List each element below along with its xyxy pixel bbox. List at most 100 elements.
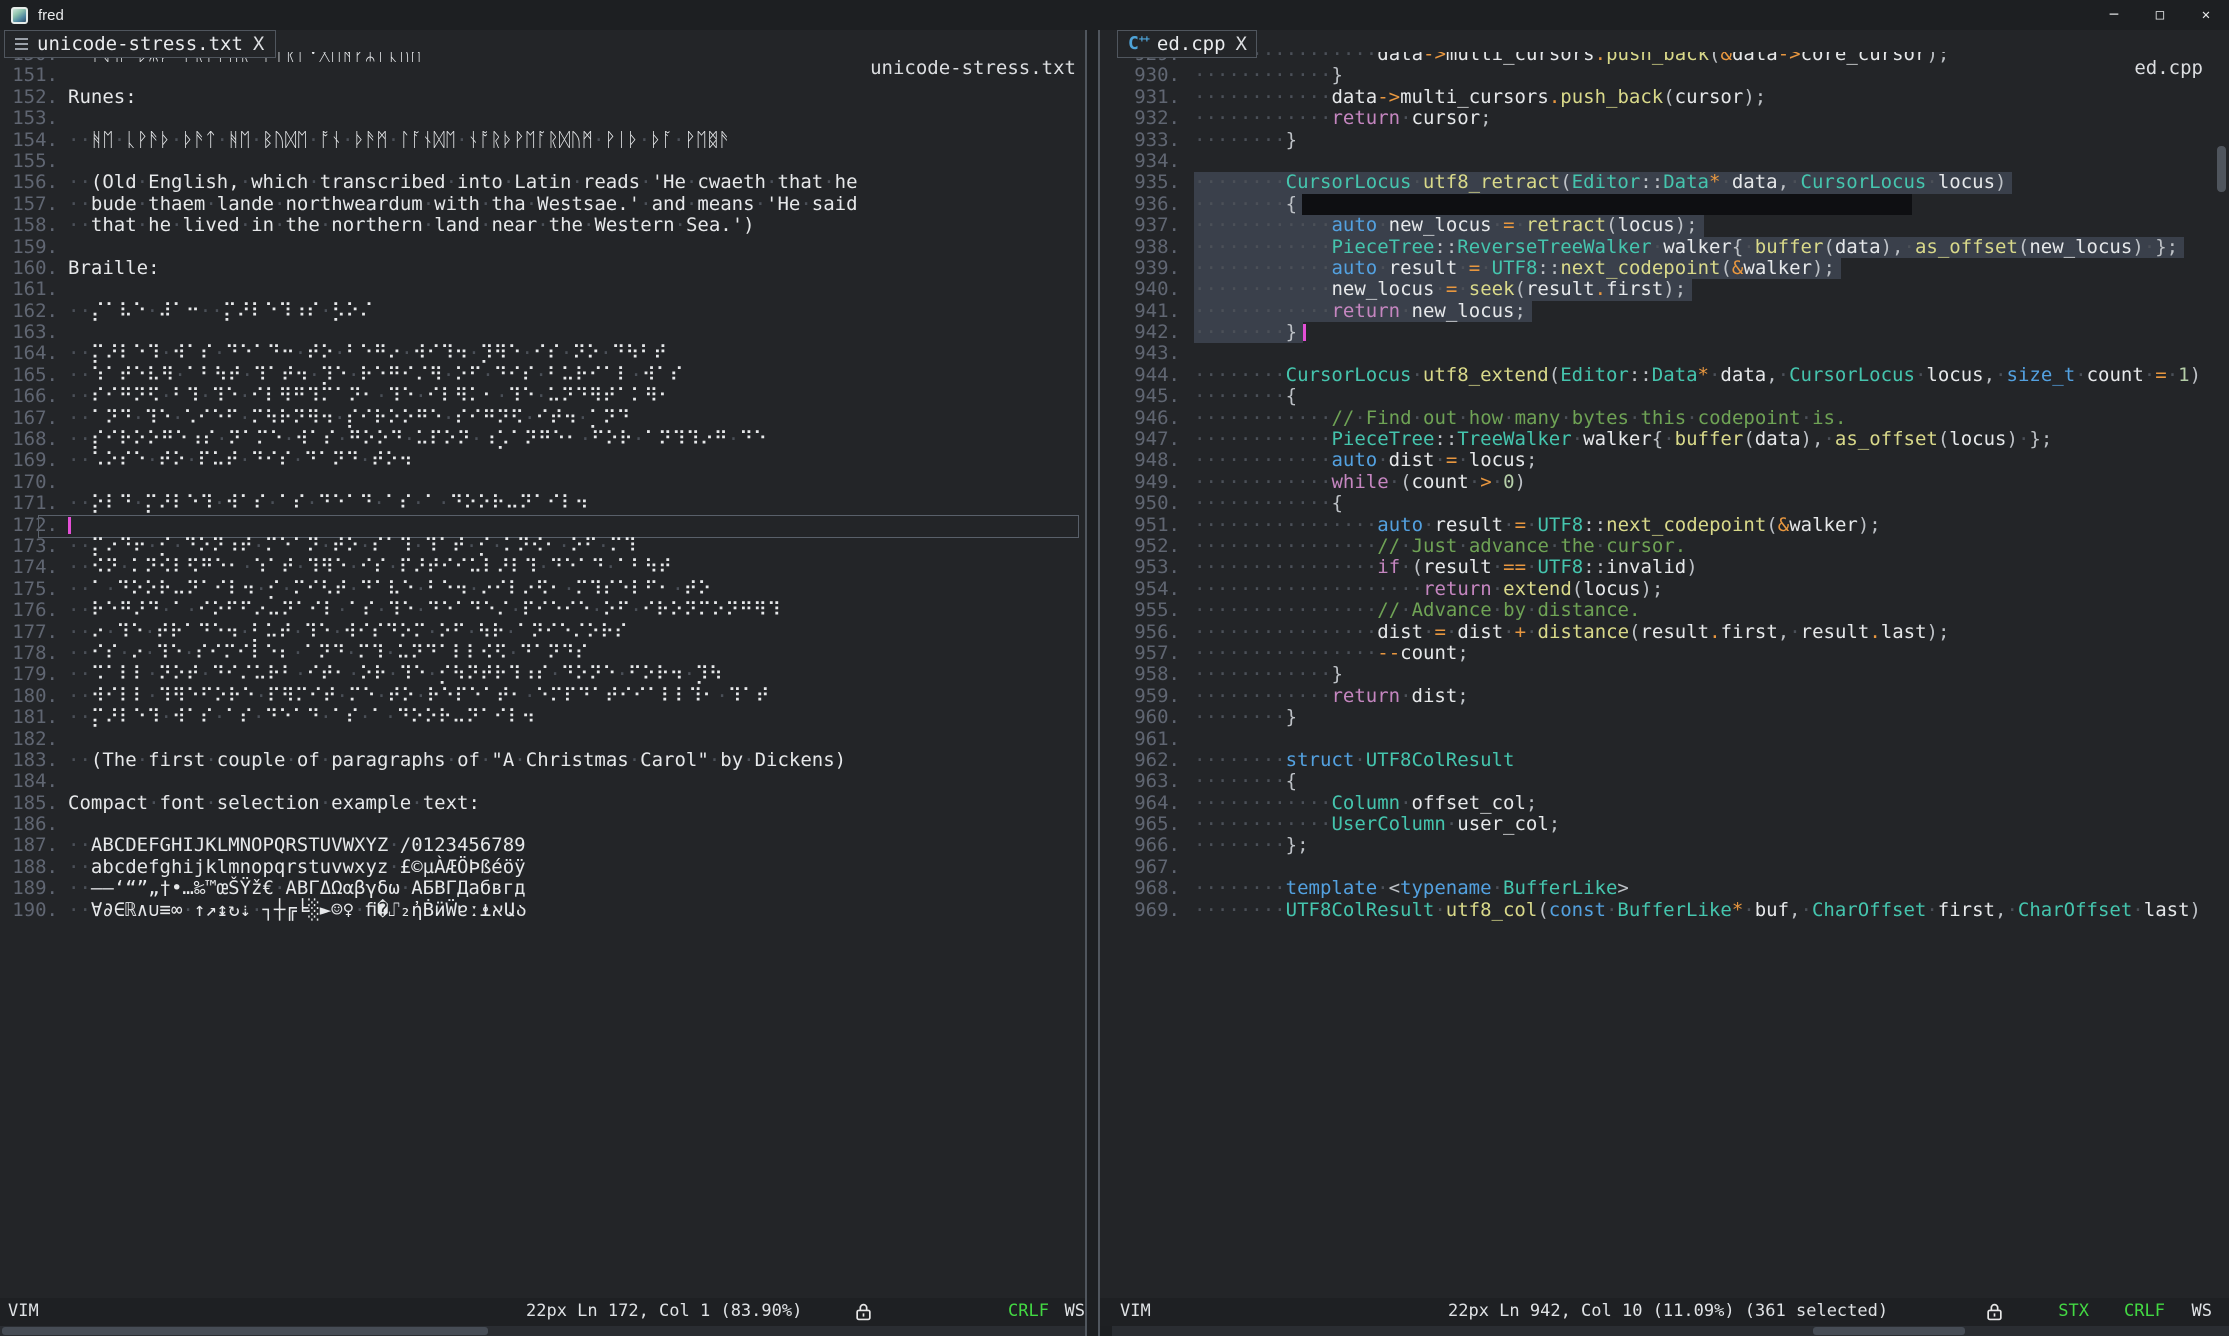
editor-line[interactable]: 931.············data->multi_cursors.push… [1112, 87, 2215, 108]
code-text: ········{ [1194, 386, 1297, 407]
editor-line[interactable]: 176.··⠗⠑⠛⠜⠙·⠁·⠊⠕⠋⠋⠔⠤⠝⠁⠊⠇·⠁⠎·⠹⠑·⠙⠑⠁⠙⠑⠌·⠏⠊… [0, 600, 1085, 621]
close-button[interactable]: ✕ [2183, 0, 2229, 30]
selected-text: ············auto·new_locus·=·retract(loc… [1194, 215, 1704, 236]
tab-close-button[interactable]: X [1236, 33, 1247, 55]
right-horizontal-scrollbar-thumb[interactable] [1813, 1327, 1965, 1335]
editor-line[interactable]: 189.··–—‘“”„†•…‰™œŠŸž€·ΑΒΓΔΩαβγδω·АБВГДа… [0, 878, 1085, 899]
maximize-button[interactable]: □ [2137, 0, 2183, 30]
tab-unicode-stress[interactable]: unicode-stress.txt X [4, 30, 276, 58]
editor-line[interactable]: 163. [0, 322, 1085, 343]
editor-line[interactable]: 969.········UTF8ColResult·utf8_col(const… [1112, 900, 2215, 921]
editor-line[interactable]: 170. [0, 472, 1085, 493]
editor-line[interactable]: 172. [0, 515, 1085, 536]
editor-line[interactable]: 957.················--count; [1112, 643, 2215, 664]
editor-line[interactable]: 964.············Column·offset_col; [1112, 793, 2215, 814]
editor-line[interactable]: 173.··⡍⠔⠙⠖·⡊·⠙⠕⠝⠰⠞·⠍⠑⠁⠝·⠞⠕·⠎⠁⠹·⠹⠁⠞·⡊·⠅⠝⠪… [0, 536, 1085, 557]
editor-line[interactable]: 188.··abcdefghijklmnopqrstuvwxyz·£©µÀÆÖÞ… [0, 857, 1085, 878]
editor-line[interactable]: 185.Compact·font·selection·example·text: [0, 793, 1085, 814]
editor-line[interactable]: 962.········struct·UTF8ColResult [1112, 750, 2215, 771]
editor-line[interactable]: 190.··∀∂∈ℝ∧∪≡∞·↑↗↨↻⇣·┐┼╔╘░►☺♀·ﬁ�⑀₂ἠḂӥẄɐː… [0, 900, 1085, 921]
line-number: 157. [0, 194, 58, 215]
editor-line[interactable]: 956.················dist·=·dist·+·distan… [1112, 622, 2215, 643]
right-editor-pane[interactable]: 929.················data->multi_cursors.… [1112, 52, 2215, 1298]
editor-line[interactable]: 153. [0, 108, 1085, 129]
editor-line[interactable]: 948.············auto·dist·=·locus; [1112, 450, 2215, 471]
editor-line[interactable]: 958.············} [1112, 664, 2215, 685]
editor-line[interactable]: 171.··⡕⠇⠙·⡍⠜⠇⠑⠹·⠺⠁⠎·⠁⠎·⠙⠑⠁⠙·⠁⠎·⠁·⠙⠕⠕⠗⠤⠝⠁… [0, 493, 1085, 514]
tab-close-button[interactable]: X [253, 33, 264, 55]
editor-line[interactable]: 186. [0, 814, 1085, 835]
editor-line[interactable]: 930.············} [1112, 65, 2215, 86]
editor-line[interactable]: 177.··⠔·⠹⠑·⠞⠗⠁⠙⠑⠲·⡃⠥⠞·⠹⠑·⠺⠊⠎⠙⠕⠍·⠕⠋·⠳⠗·⠁⠝… [0, 622, 1085, 643]
editor-line[interactable]: 934. [1112, 151, 2215, 172]
editor-line[interactable]: 950.············{ [1112, 493, 2215, 514]
editor-line[interactable]: 187.··ABCDEFGHIJKLMNOPQRSTUVWXYZ·/012345… [0, 835, 1085, 856]
editor-line[interactable]: 954.····················return·extend(lo… [1112, 579, 2215, 600]
editor-line[interactable]: 951.················auto·result·=·UTF8::… [1112, 515, 2215, 536]
editor-line[interactable]: 161. [0, 279, 1085, 300]
editor-line[interactable]: 961. [1112, 729, 2215, 750]
editor-line[interactable]: 174.··⠪⠝·⠅⠝⠪⠇⠫⠛⠑⠂·⠱⠁⠞·⠹⠻⠑·⠊⠎·⠏⠜⠞⠊⠊⠥⠇⠜⠇⠹·… [0, 557, 1085, 578]
editor-line[interactable]: 953.················if·(result·==·UTF8::… [1112, 557, 2215, 578]
editor-line[interactable]: 180.··⠺⠊⠇⠇·⠹⠻⠑⠋⠕⠗⠑·⠏⠻⠍⠊⠞·⠍⠑·⠞⠕·⠗⠑⠏⠑⠁⠞⠂·⠑… [0, 686, 1085, 707]
editor-line[interactable]: 152.Runes: [0, 87, 1085, 108]
editor-line[interactable]: 945.········{ [1112, 386, 2215, 407]
editor-line[interactable]: 960.········} [1112, 707, 2215, 728]
editor-line[interactable]: 165.··⠱⠁⠞⠑⠧⠻·⠁⠃⠳⠞·⠹⠁⠞⠲·⡹⠑·⠗⠑⠛⠊⠌⠻·⠕⠋·⠙⠊⠎·… [0, 365, 1085, 386]
code-text: ················dist·=·dist·+·distance(r… [1194, 622, 1949, 643]
editor-line[interactable]: 162.··⡌⠁⠧⠑·⠼⠁⠒··⡍⠜⠇⠑⠹⠰⠎·⡣⠕⠌ [0, 301, 1085, 322]
editor-line[interactable]: 164.··⡍⠜⠇⠑⠹·⠺⠁⠎·⠙⠑⠁⠙⠒·⠞⠕·⠃⠑⠛⠔·⠺⠊⠹⠲·⡹⠻⠑·⠊… [0, 343, 1085, 364]
editor-line[interactable]: 968.········template·<typename·BufferLik… [1112, 878, 2215, 899]
minimize-button[interactable]: ─ [2091, 0, 2137, 30]
editor-line[interactable]: 952.················//·Just·advance·the·… [1112, 536, 2215, 557]
editor-line[interactable]: 156.··(Old·English,·which·transcribed·in… [0, 172, 1085, 193]
editor-line[interactable]: 963.········{ [1112, 771, 2215, 792]
editor-line[interactable]: 966.········}; [1112, 835, 2215, 856]
editor-line[interactable]: 944.········CursorLocus·utf8_extend(Edit… [1112, 365, 2215, 386]
editor-line[interactable]: 932.············return·cursor; [1112, 108, 2215, 129]
editor-line[interactable]: 967. [1112, 857, 2215, 878]
left-horizontal-scrollbar-thumb[interactable] [2, 1327, 488, 1335]
editor-line[interactable]: 178.··⠊⠎·⠔·⠹⠑·⠎⠊⠍⠊⠇⠑⠆·⠁⠝⠙·⠍⠹·⠥⠝⠙⠁⠇⠇⠪⠫·⠙⠁… [0, 643, 1085, 664]
code-text: ············auto·dist·=·locus; [1194, 450, 1537, 471]
editor-line[interactable]: 179.··⠩⠁⠇⠇·⠝⠕⠞·⠙⠊⠌⠥⠗⠃·⠊⠞⠂·⠕⠗·⠹⠑·⡊⠳⠝⠞⠗⠹⠰⠎… [0, 664, 1085, 685]
editor-line[interactable]: 181.··⡍⠜⠇⠑⠹·⠺⠁⠎·⠁⠎·⠙⠑⠁⠙·⠁⠎·⠁·⠙⠕⠕⠗⠤⠝⠁⠊⠇⠲ [0, 707, 1085, 728]
editor-line[interactable]: 167.··⠁⠝⠙·⠹⠑·⠡⠊⠑⠋·⠍⠳⠗⠝⠻⠲·⡎⠊⠗⠕⠕⠛⠑·⠎⠊⠛⠝⠫·⠊… [0, 408, 1085, 429]
editor-line[interactable]: 965.············UserColumn·user_col; [1112, 814, 2215, 835]
editor-line[interactable]: 942.········} [1112, 322, 2215, 343]
editor-line[interactable]: 184. [0, 771, 1085, 792]
editor-line[interactable]: 939.············auto·result·=·UTF8::next… [1112, 258, 2215, 279]
editor-line[interactable]: 935.········CursorLocus·utf8_retract(Edi… [1112, 172, 2215, 193]
editor-line[interactable]: 169.··⠡⠕⠎⠑·⠞⠕·⠏⠥⠞·⠙⠊⠎·⠙⠁⠝⠙·⠞⠕⠲ [0, 450, 1085, 471]
line-number: 955. [1112, 600, 1180, 621]
editor-line[interactable]: 168.··⡎⠊⠗⠕⠕⠛⠑⠰⠎·⠝⠁⠍⠑·⠺⠁⠎·⠛⠕⠕⠙·⠥⠏⠕⠝·⠰⡡⠁⠝⠛… [0, 429, 1085, 450]
editor-line[interactable]: 955.················//·Advance·by·distan… [1112, 600, 2215, 621]
right-vertical-scrollbar-thumb[interactable] [2217, 146, 2226, 192]
tab-ed-cpp[interactable]: C++ ed.cpp X [1117, 30, 1257, 58]
editor-line[interactable]: 157.··bude·thaem·lande·northweardum·with… [0, 194, 1085, 215]
editor-line[interactable]: 938.············PieceTree::ReverseTreeWa… [1112, 237, 2215, 258]
editor-line[interactable]: 158.··that·he·lived·in·the·northern·land… [0, 215, 1085, 236]
line-number: 946. [1112, 408, 1180, 429]
editor-line[interactable]: 933.········} [1112, 130, 2215, 151]
editor-line[interactable]: 166.··⠎⠊⠛⠝⠫·⠃⠹·⠹⠑·⠊⠇⠻⠛⠹⠍⠁⠝⠂·⠹⠑·⠊⠇⠻⠅⠂·⠹⠑·… [0, 386, 1085, 407]
editor-line[interactable]: 159. [0, 237, 1085, 258]
editor-line[interactable]: 940.············new_locus·=·seek(result.… [1112, 279, 2215, 300]
editor-line[interactable]: 946.············//·Find·out·how·many·byt… [1112, 408, 2215, 429]
editor-line[interactable]: 182. [0, 729, 1085, 750]
editor-line[interactable]: 929.················data->multi_cursors.… [1112, 52, 2215, 65]
editor-line[interactable]: 154.··ᚻᛖ·ᚳᚹᚫᚦ·ᚦᚫᛏ·ᚻᛖ·ᛒᚢᛞᛖ·ᚩᚾ·ᚦᚫᛗ·ᛚᚪᚾᛞᛖ·ᚾ… [0, 130, 1085, 151]
editor-line[interactable]: 183.··(The·first·couple·of·paragraphs·of… [0, 750, 1085, 771]
editor-line[interactable]: 941.············return·new_locus; [1112, 301, 2215, 322]
editor-line[interactable]: 937.············auto·new_locus·=·retract… [1112, 215, 2215, 236]
pane-divider[interactable] [1085, 30, 1100, 1336]
left-editor-pane[interactable]: 150.··ᚠᛇᚻ᛫ᛒᛦᚦ᛫ᚠᚱᚩᚠᚢᚱ᛫ᚠᛁᚱᚪ᛫ᚷᛖᚻᚹᛦᛚᚳᚢᛗ151.1… [0, 52, 1085, 1298]
editor-line[interactable]: 155. [0, 151, 1085, 172]
editor-line[interactable]: 936.········{ [1112, 194, 2215, 215]
editor-line[interactable]: 949.············while·(count·>·0) [1112, 472, 2215, 493]
editor-line[interactable]: 959.············return·dist; [1112, 686, 2215, 707]
editor-line[interactable]: 943. [1112, 343, 2215, 364]
editor-line[interactable]: 175.··⠁·⠙⠕⠕⠗⠤⠝⠁⠊⠇⠲·⡊·⠍⠊⠣⠞·⠙⠁⠧⠑·⠃⠑⠲·⠔⠊⠇⠔⠫… [0, 579, 1085, 600]
editor-line[interactable]: 947.············PieceTree::TreeWalker·wa… [1112, 429, 2215, 450]
editor-line[interactable]: 160.Braille: [0, 258, 1085, 279]
